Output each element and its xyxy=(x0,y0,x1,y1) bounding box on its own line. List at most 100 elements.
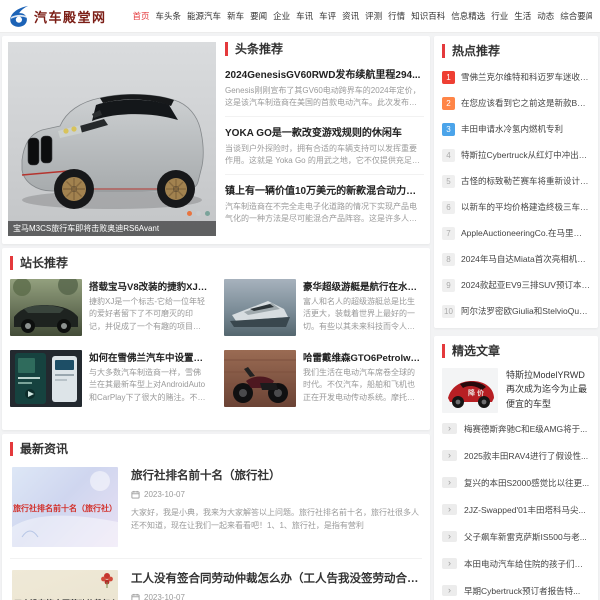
site-logo[interactable]: 汽车殿堂网 xyxy=(8,5,107,27)
chevron-right-icon: › xyxy=(442,585,457,596)
nav-item-review[interactable]: 车评 xyxy=(319,10,336,22)
featured-lead-title[interactable]: 特斯拉ModelYRWD再次成为迄今为止最便宜的车型 xyxy=(506,368,590,413)
webmaster-item[interactable]: 搭载宝马V8改装的捷豹XJ12并不... 捷豹XJ是一个标志-它给一位年轻的爱好… xyxy=(10,279,208,336)
hot-item-title[interactable]: 在您应该看到它之前这是新款BMW5系... xyxy=(461,97,590,109)
hot-item-title[interactable]: 2024款起亚EV9三排SUV预订本月开放 xyxy=(461,279,590,291)
hot-item[interactable]: 5 古怪的标致勒芒赛车将重新设计并配... xyxy=(442,168,590,194)
hot-item[interactable]: 8 2024年马自达Miata首次亮相机械升... xyxy=(442,246,590,272)
featured-article-item[interactable]: › 本田电动汽车给住院的孩子们带... xyxy=(442,550,590,577)
nav-item-news[interactable]: 要闻 xyxy=(250,10,267,22)
news-date: 2023-10-07 xyxy=(144,593,185,600)
hot-item[interactable]: 3 丰田申请水冷氢内燃机专利 xyxy=(442,116,590,142)
nav-item-enterprise[interactable]: 企业 xyxy=(273,10,290,22)
webmaster-item[interactable]: 豪华超级游艇是航行在水面上的... 富人和名人的超级游艇总是比生活更大，装载着世… xyxy=(224,279,422,336)
hot-item[interactable]: 6 以新车的平均价格建造终极三车位车库 xyxy=(442,194,590,220)
rank-badge: 3 xyxy=(442,123,455,136)
news-date-row: 2023-10-07 xyxy=(131,593,420,600)
nav-item-home[interactable]: 首页 xyxy=(133,10,150,22)
hot-item[interactable]: 1 雪佛兰克尔维特和科迈罗车迷收到更多... xyxy=(442,64,590,90)
carousel-dot[interactable] xyxy=(196,211,201,216)
hot-item[interactable]: 2 在您应该看到它之前这是新款BMW5系... xyxy=(442,90,590,116)
hot-item-title[interactable]: 阿尔法罗密欧Giulia和StelvioQuadri... xyxy=(461,305,590,317)
hero-carousel[interactable]: 宝马M3CS旅行车即将击败奥迪RS6Avant xyxy=(8,42,216,236)
webmaster-item-desc: 富人和名人的超级游艇总是比生活更大，装载着世界上最好的一切。有些以其未来科技而令… xyxy=(303,296,422,333)
flower-decoration xyxy=(100,572,114,588)
nav-item-energy[interactable]: 能源汽车 xyxy=(187,10,221,22)
rank-badge: 2 xyxy=(442,97,455,110)
nav-item-selected-info[interactable]: 信息精选 xyxy=(451,10,485,22)
featured-article-title[interactable]: 2025款丰田RAV4进行了假设性... xyxy=(464,450,588,462)
featured-lead-article[interactable]: 降 价 特斯拉ModelYRWD再次成为迄今为止最便宜的车型 xyxy=(442,368,590,413)
nav-item-cartoutiao[interactable]: 车头条 xyxy=(156,10,182,22)
nav-item-general[interactable]: 综合要闻 xyxy=(560,10,592,22)
featured-article-title[interactable]: 复兴的本田S2000感觉比以往更... xyxy=(464,477,589,489)
chevron-right-icon: › xyxy=(442,504,457,515)
hot-item-title[interactable]: 特斯拉Cybertruck从红灯中冲出看起... xyxy=(461,149,590,161)
nav-item-market[interactable]: 行情 xyxy=(388,10,405,22)
featured-article-item[interactable]: › 复兴的本田S2000感觉比以往更... xyxy=(442,469,590,496)
rank-badge: 10 xyxy=(442,305,455,318)
nav-item-zixun[interactable]: 资讯 xyxy=(342,10,359,22)
yacht-thumbnail xyxy=(224,279,296,336)
featured-article-title[interactable]: 早期Cybertruck预订者报告特... xyxy=(464,585,580,597)
hot-item-title[interactable]: 2024年马自达Miata首次亮相机械升... xyxy=(461,253,590,265)
nav-item-pingce[interactable]: 评测 xyxy=(365,10,382,22)
main-content: 宝马M3CS旅行车即将击败奥迪RS6Avant 头条推荐 2024Genesis… xyxy=(0,33,600,600)
news-title[interactable]: 工人没有签合同劳动仲裁怎么办（工人告我没签劳动合同） xyxy=(131,570,420,586)
chevron-right-icon: › xyxy=(442,558,457,569)
hot-item[interactable]: 9 2024款起亚EV9三排SUV预订本月开放 xyxy=(442,272,590,298)
news-title[interactable]: 旅行社排名前十名（旅行社） xyxy=(131,467,420,483)
featured-article-item[interactable]: › 2025款丰田RAV4进行了假设性... xyxy=(442,442,590,469)
nav-item-industry[interactable]: 行业 xyxy=(491,10,508,22)
webmaster-item[interactable]: 如何在雪佛兰汽车中设置Androi... 与大多数汽车制造商一样，雪佛兰在其最新… xyxy=(10,350,208,407)
news-item[interactable]: 旅行社排名前十名（旅行社） 旅行社排名前十名（旅行社） 2023-10-07 大… xyxy=(10,456,422,559)
nav-item-life[interactable]: 生活 xyxy=(514,10,531,22)
carousel-caption[interactable]: 宝马M3CS旅行车即将击败奥迪RS6Avant xyxy=(8,221,216,236)
hot-item-title[interactable]: 雪佛兰克尔维特和科迈罗车迷收到更多... xyxy=(461,71,590,83)
headline-desc: 当谈到户外探险时，拥有合适的车辆支持可以发挥重要作用。这就是 Yoka Go 的… xyxy=(225,143,424,168)
hot-item[interactable]: 10 阿尔法罗密欧Giulia和StelvioQuadri... xyxy=(442,298,590,324)
webmaster-item-title[interactable]: 豪华超级游艇是航行在水面上的... xyxy=(303,279,422,293)
featured-article-title[interactable]: 父子飙车新雷克萨斯IS500与老... xyxy=(464,531,587,543)
hot-item-title[interactable]: 丰田申请水冷氢内燃机专利 xyxy=(461,123,563,135)
nav-item-dynamic[interactable]: 动态 xyxy=(537,10,554,22)
featured-articles-title: 精选文章 xyxy=(442,344,590,358)
featured-article-title[interactable]: 本田电动汽车给住院的孩子们带... xyxy=(464,558,590,570)
hot-item[interactable]: 4 特斯拉Cybertruck从红灯中冲出看起... xyxy=(442,142,590,168)
featured-article-title[interactable]: 2JZ-Swapped'01丰田塔科马尖... xyxy=(464,504,586,516)
headline-title[interactable]: 镇上有一辆价值10万美元的新款混合动力保... xyxy=(225,182,424,197)
webmaster-item-body: 如何在雪佛兰汽车中设置Androi... 与大多数汽车制造商一样，雪佛兰在其最新… xyxy=(89,350,208,407)
headline-title[interactable]: 2024GenesisGV60RWD发布续航里程294... xyxy=(225,66,424,81)
headline-title[interactable]: YOKA GO是一款改变游戏规则的休闲车 xyxy=(225,124,424,139)
hot-item-title[interactable]: 以新车的平均价格建造终极三车位车库 xyxy=(461,201,590,213)
webmaster-item[interactable]: 哈雷戴维森GTO6Petrolwire是电... 我们生活在电动汽车席卷全球的时… xyxy=(224,350,422,407)
headline-item[interactable]: 镇上有一辆价值10万美元的新款混合动力保... 汽车制造商在不完全走电子化道路的… xyxy=(225,174,424,232)
headline-item[interactable]: 2024GenesisGV60RWD发布续航里程294... Genesis刚刚… xyxy=(225,59,424,116)
featured-article-title[interactable]: 梅赛德斯奔驰C和E级AMG将于... xyxy=(464,423,587,435)
webmaster-section-title: 站长推荐 xyxy=(10,256,422,270)
webmaster-item-title[interactable]: 哈雷戴维森GTO6Petrolwire是电... xyxy=(303,350,422,364)
nav-item-newcar[interactable]: 新车 xyxy=(227,10,244,22)
hot-item-title[interactable]: 古怪的标致勒芒赛车将重新设计并配... xyxy=(461,175,590,187)
webmaster-item-title[interactable]: 搭载宝马V8改装的捷豹XJ12并不... xyxy=(89,279,208,293)
featured-article-item[interactable]: › 梅赛德斯奔驰C和E级AMG将于... xyxy=(442,415,590,442)
main-nav: 首页 车头条 能源汽车 新车 要闻 企业 车讯 车评 资讯 评测 行情 知识百科… xyxy=(133,10,592,22)
news-desc: 大家好，我是小典，我来为大家解答以上问题。旅行社排名前十名，旅行社很多人还不知道… xyxy=(131,507,420,533)
carousel-dot[interactable] xyxy=(187,211,192,216)
nav-item-carinfo[interactable]: 车讯 xyxy=(296,10,313,22)
featured-article-item[interactable]: › 2JZ-Swapped'01丰田塔科马尖... xyxy=(442,496,590,523)
svg-text:降 价: 降 价 xyxy=(468,388,485,397)
news-item[interactable]: 工人没有签合同劳动仲裁怎么办（工 工人没有签合同劳动仲裁怎么办（工人告我没签劳动… xyxy=(10,559,422,600)
headline-item[interactable]: YOKA GO是一款改变游戏规则的休闲车 当谈到户外探险时，拥有合适的车辆支持可… xyxy=(225,116,424,174)
featured-article-item[interactable]: › 父子飙车新雷克萨斯IS500与老... xyxy=(442,523,590,550)
featured-article-item[interactable]: › 早期Cybertruck预订者报告特... xyxy=(442,577,590,600)
carousel-dot[interactable] xyxy=(205,211,210,216)
nav-item-knowledge[interactable]: 知识百科 xyxy=(411,10,445,22)
hot-item[interactable]: 7 AppleAuctioneeringCo.在马里兰州... xyxy=(442,220,590,246)
rank-badge: 7 xyxy=(442,227,455,240)
left-column: 宝马M3CS旅行车即将击败奥迪RS6Avant 头条推荐 2024Genesis… xyxy=(2,36,430,600)
webmaster-item-title[interactable]: 如何在雪佛兰汽车中设置Androi... xyxy=(89,350,208,364)
hot-item-title[interactable]: AppleAuctioneeringCo.在马里兰州... xyxy=(461,227,590,239)
sidebar: 热点推荐 1 雪佛兰克尔维特和科迈罗车迷收到更多... 2 在您应该看到它之前这… xyxy=(434,36,598,600)
headlines-section-title: 头条推荐 xyxy=(225,42,424,56)
